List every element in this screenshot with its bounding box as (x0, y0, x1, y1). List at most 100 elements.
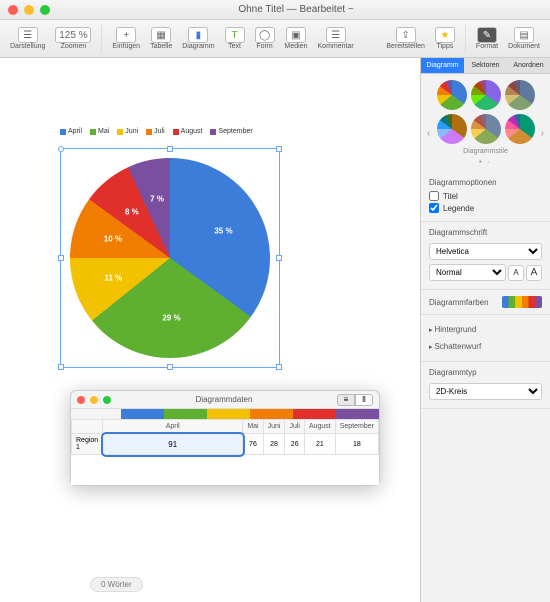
column-header[interactable]: September (335, 420, 378, 434)
zoom-button[interactable] (40, 5, 50, 15)
legend-swatch (146, 129, 152, 135)
chart-style-thumb[interactable] (505, 80, 535, 110)
font-family-select[interactable]: Helvetica (429, 243, 542, 260)
series-color-cell (121, 409, 164, 419)
view-button[interactable]: ☰Darstellung (6, 25, 49, 52)
style-prev-icon[interactable]: ‹ (423, 124, 434, 143)
legend-label: Juni (125, 128, 138, 135)
legend-swatch (210, 129, 216, 135)
minimize-button[interactable] (24, 5, 34, 15)
series-color-cell (207, 409, 250, 419)
row-header[interactable]: Region 1 (72, 434, 103, 455)
chart-type-select[interactable]: 2D-Kreis (429, 383, 542, 400)
column-header[interactable]: Juli (285, 420, 305, 434)
document-button[interactable]: ▤Dokument (504, 25, 544, 52)
legend-checkbox[interactable] (429, 203, 439, 213)
minimize-button[interactable] (90, 396, 98, 404)
chart-data-window[interactable]: Diagrammdaten ≡ ⦀ AprilMaiJuniJuliAugust… (70, 390, 380, 486)
pie-graphic[interactable]: 35 %29 %11 %10 %8 %7 % (70, 158, 270, 358)
font-header: Diagrammschrift (429, 228, 542, 237)
style-page-dots[interactable]: • · (479, 159, 492, 166)
data-cell[interactable]: 91 (103, 434, 243, 455)
column-header[interactable]: Mai (243, 420, 263, 434)
insert-button[interactable]: +Einfügen (108, 25, 144, 52)
chart-style-thumb[interactable] (471, 114, 501, 144)
tips-button[interactable]: ★Tipps (431, 25, 459, 52)
pie-slice-label: 8 % (125, 207, 139, 216)
close-button[interactable] (77, 396, 85, 404)
tab-arrange[interactable]: Anordnen (507, 58, 550, 74)
resize-handle[interactable] (167, 146, 173, 152)
series-color-header (71, 409, 379, 419)
share-button[interactable]: ⇪Bereitstellen (382, 25, 429, 52)
data-cell[interactable]: 18 (335, 434, 378, 455)
resize-handle[interactable] (58, 255, 64, 261)
font-smaller-button[interactable]: A (508, 265, 524, 281)
data-cell[interactable]: 26 (285, 434, 305, 455)
comment-button[interactable]: ☰Kommentar (314, 25, 358, 52)
font-style-select[interactable]: Normal (429, 264, 506, 281)
legend-item[interactable]: September (210, 128, 252, 135)
data-window-title: Diagrammdaten (111, 395, 337, 404)
text-button[interactable]: TText (221, 25, 249, 52)
data-table[interactable]: AprilMaiJuniJuliAugustSeptember Region 1… (71, 419, 379, 455)
shadow-disclosure[interactable]: Schattenwurf (429, 338, 542, 355)
color-swatch-button[interactable] (502, 296, 542, 308)
chart-style-thumb[interactable] (505, 114, 535, 144)
media-button[interactable]: ▣Medien (281, 25, 312, 52)
style-next-icon[interactable]: › (537, 124, 548, 143)
background-disclosure[interactable]: Hintergrund (429, 321, 542, 338)
row-orient-button[interactable]: ≡ (337, 394, 355, 406)
column-header[interactable]: April (103, 420, 243, 434)
data-cell[interactable]: 28 (263, 434, 285, 455)
resize-handle[interactable] (276, 255, 282, 261)
col-orient-button[interactable]: ⦀ (355, 394, 373, 406)
format-button[interactable]: ✎Format (472, 25, 502, 52)
series-color-cell (293, 409, 336, 419)
pie-chart[interactable]: 35 %29 %11 %10 %8 %7 % (60, 148, 280, 368)
chart-style-thumb[interactable] (471, 80, 501, 110)
resize-handle[interactable] (276, 364, 282, 370)
word-count-pill[interactable]: 0 Wörter (90, 577, 143, 592)
resize-handle[interactable] (276, 146, 282, 152)
resize-handle[interactable] (58, 364, 64, 370)
resize-handle[interactable] (58, 146, 64, 152)
titlebar[interactable]: Ohne Titel — Bearbeitet ~ (0, 0, 550, 20)
legend-item[interactable]: Mai (90, 128, 109, 135)
data-cell[interactable]: 76 (243, 434, 263, 455)
data-window-titlebar[interactable]: Diagrammdaten ≡ ⦀ (71, 391, 379, 409)
options-header: Diagrammoptionen (429, 178, 542, 187)
chart-style-thumb[interactable] (437, 80, 467, 110)
legend-label: September (218, 128, 252, 135)
legend-item[interactable]: Juni (117, 128, 138, 135)
column-header[interactable]: Juni (263, 420, 285, 434)
pie-slice-label: 7 % (150, 195, 164, 204)
colors-header: Diagrammfarben (429, 298, 489, 307)
chart-legend[interactable]: April Mai Juni Juli August September (60, 128, 320, 135)
resize-handle[interactable] (167, 364, 173, 370)
title-checkbox-row[interactable]: Titel (429, 191, 542, 201)
app-window: Ohne Titel — Bearbeitet ~ ☰Darstellung 1… (0, 0, 550, 602)
title-checkbox[interactable] (429, 191, 439, 201)
document-canvas[interactable]: AprilMaiJuniJuliAugustSeptember 35 %29 %… (0, 58, 420, 602)
legend-item[interactable]: April (60, 128, 82, 135)
legend-item[interactable]: August (173, 128, 203, 135)
zoom-dropdown[interactable]: 125 %Zoomen (51, 25, 95, 52)
zoom-button[interactable] (103, 396, 111, 404)
table-button[interactable]: ▦Tabelle (146, 25, 176, 52)
orientation-toggle: ≡ ⦀ (337, 394, 373, 406)
column-header[interactable]: August (304, 420, 335, 434)
pie-slice-label: 10 % (104, 235, 122, 244)
chart-button[interactable]: ▮Diagramm (178, 25, 218, 52)
shape-button[interactable]: ◯Form (251, 25, 279, 52)
tab-wedges[interactable]: Sektoren (464, 58, 507, 74)
font-larger-button[interactable]: A (526, 265, 542, 281)
legend-swatch (117, 129, 123, 135)
legend-checkbox-row[interactable]: Legende (429, 203, 542, 213)
close-button[interactable] (8, 5, 18, 15)
legend-item[interactable]: Juli (146, 128, 165, 135)
data-cell[interactable]: 21 (304, 434, 335, 455)
tab-chart[interactable]: Diagramm (421, 58, 464, 74)
chart-style-thumb[interactable] (437, 114, 467, 144)
legend-label: Mai (98, 128, 109, 135)
